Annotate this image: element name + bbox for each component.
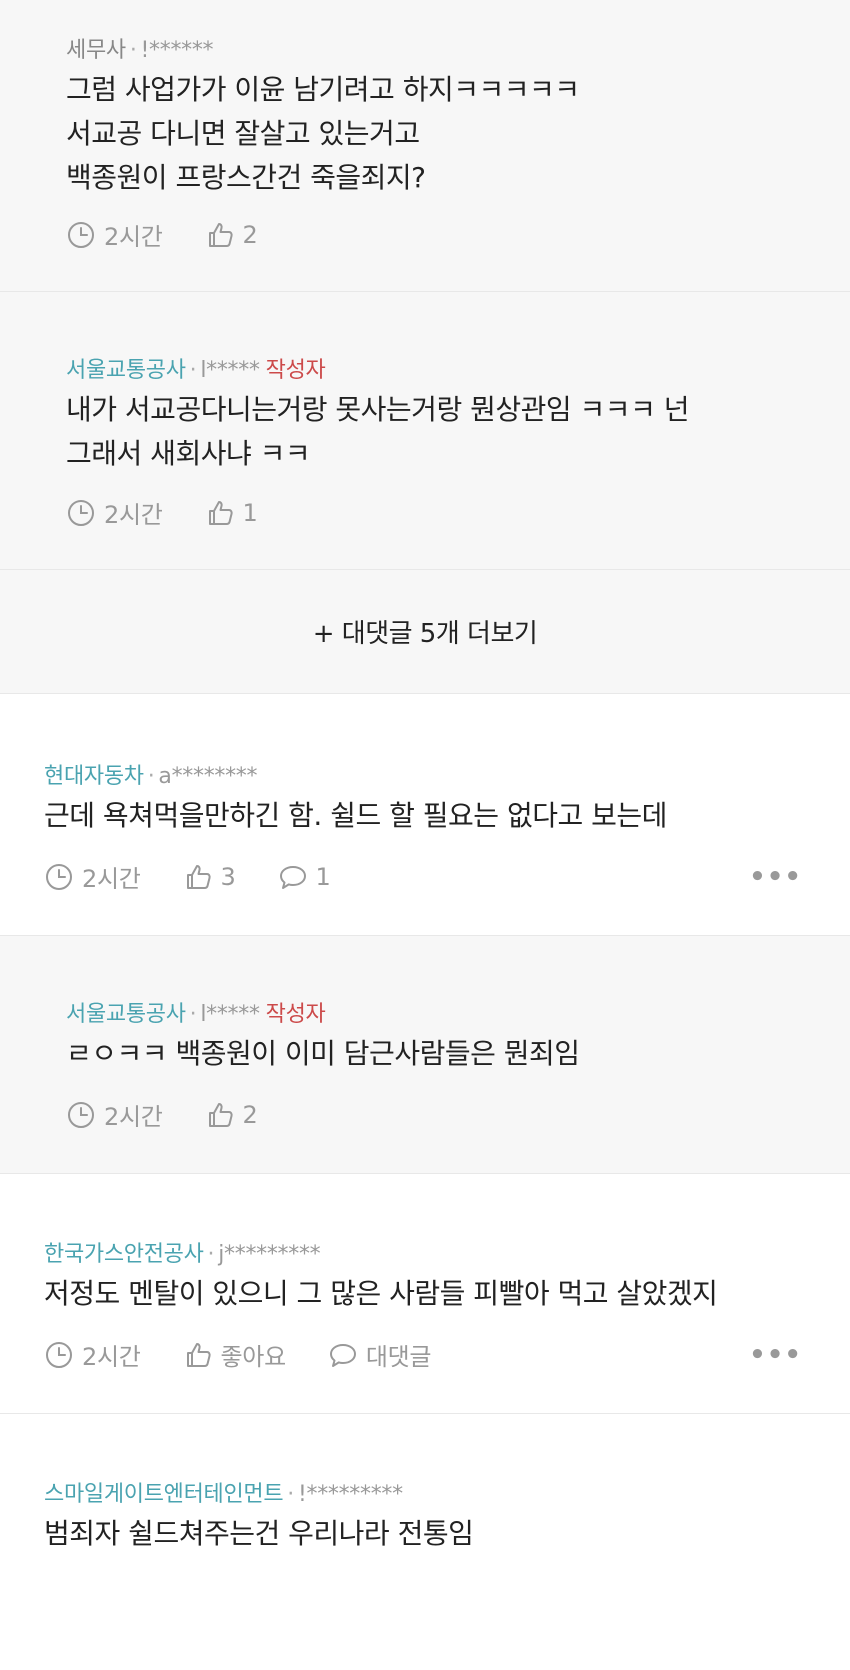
author-badge: 작성자 (265, 358, 326, 383)
comment-line: 그래서 새회사냐 ㅋㅋ (66, 437, 311, 470)
time-stamp: 2시간 (66, 1097, 163, 1132)
company-name[interactable]: 서울교통공사 (66, 358, 186, 383)
comment-text: ㄹㅇㅋㅋ 백종원이 이미 담근사람들은 뭔죄임 (66, 1032, 580, 1076)
author-badge: 작성자 (265, 1002, 326, 1027)
comment-line: 백종원이 프랑스간건 죽을죄지? (66, 161, 426, 194)
time-text: 2시간 (82, 1343, 141, 1371)
comment-text: 범죄자 쉴드쳐주는건 우리나라 전통임 (44, 1512, 474, 1556)
thumbs-up-icon (186, 864, 211, 889)
reply-button[interactable]: 대댓글 (328, 1337, 432, 1372)
comment-item: 현대자동차 · a******** 근데 욕쳐먹을만하긴 함. 쉴드 할 필요는 없… (0, 694, 850, 936)
thumbs-up-icon (208, 1102, 233, 1127)
comment-meta: 현대자동차 · a******** (44, 758, 258, 790)
user-id: l***** (200, 358, 260, 383)
comment-line: 그럼 사업가가 이윤 남기려고 하지ㅋㅋㅋㅋㅋ (66, 73, 580, 106)
reply-item: 서울교통공사 · l***** 작성자 ㄹㅇㅋㅋ 백종원이 이미 담근사람들은 뭔죄임… (0, 936, 850, 1174)
like-button[interactable]: 3 (183, 862, 236, 892)
time-stamp: 2시간 (66, 495, 163, 530)
comment-actions: 2시간 3 1 (44, 859, 373, 894)
comment-line: 저정도 멘탈이 있으니 그 많은 사람들 피빨아 먹고 살았겠지 (44, 1277, 718, 1310)
comment-meta: 세무사 · !****** (66, 32, 214, 64)
reply-item: 세무사 · !****** 그럼 사업가가 이윤 남기려고 하지ㅋㅋㅋㅋㅋ 서교공 … (0, 0, 850, 292)
meta-separator: · (287, 1482, 294, 1507)
more-replies-label: + 대댓글 5개 더보기 (312, 619, 538, 649)
time-text: 2시간 (104, 223, 163, 251)
speech-bubble-icon (329, 1343, 356, 1367)
company-name[interactable]: 한국가스안전공사 (44, 1242, 204, 1267)
user-id: j********* (218, 1242, 321, 1267)
comment-actions: 2시간 1 (66, 495, 300, 530)
clock-icon (46, 863, 72, 890)
comment-meta: 스마일게이트엔터테인먼트 · !********* (44, 1476, 403, 1508)
reply-button[interactable]: 1 (278, 862, 331, 892)
company-name[interactable]: 현대자동차 (44, 764, 144, 789)
more-replies-button[interactable]: + 대댓글 5개 더보기 (0, 570, 850, 694)
comment-actions: 2시간 좋아요 대댓글 (44, 1337, 473, 1372)
reply-label: 대댓글 (365, 1343, 432, 1371)
comment-line: 범죄자 쉴드쳐주는건 우리나라 전통임 (44, 1517, 474, 1550)
comment-text: 그럼 사업가가 이윤 남기려고 하지ㅋㅋㅋㅋㅋ 서교공 다니면 잘살고 있는거고… (66, 68, 580, 200)
like-button[interactable]: 1 (205, 498, 258, 528)
more-menu-button[interactable]: ••• (749, 862, 802, 892)
meta-separator: · (189, 1002, 197, 1027)
thumbs-up-icon (208, 222, 233, 247)
like-count: 2 (242, 220, 258, 249)
comment-text: 내가 서교공다니는거랑 못사는거랑 뭔상관임 ㅋㅋㅋ 넌 그래서 새회사냐 ㅋㅋ (66, 388, 689, 476)
reply-count: 1 (315, 862, 331, 891)
time-text: 2시간 (104, 501, 163, 529)
user-id: a******** (158, 764, 258, 789)
reply-item: 서울교통공사 · l***** 작성자 내가 서교공다니는거랑 못사는거랑 뭔상관임 … (0, 292, 850, 570)
user-id: !********* (297, 1482, 403, 1507)
speech-bubble-icon (279, 865, 306, 889)
company-name[interactable]: 서울교통공사 (66, 1002, 186, 1027)
meta-separator: · (129, 38, 137, 63)
comment-line: 내가 서교공다니는거랑 못사는거랑 뭔상관임 ㅋㅋㅋ 넌 (66, 393, 689, 426)
meta-separator: · (189, 358, 197, 383)
time-text: 2시간 (82, 865, 141, 893)
comment-meta: 서울교통공사 · l***** 작성자 (66, 352, 326, 384)
more-menu-button[interactable]: ••• (749, 1340, 802, 1370)
comment-line: ㄹㅇㅋㅋ 백종원이 이미 담근사람들은 뭔죄임 (66, 1037, 580, 1070)
like-button[interactable]: 좋아요 (183, 1337, 286, 1372)
clock-icon (68, 499, 94, 526)
comment-text: 근데 욕쳐먹을만하긴 함. 쉴드 할 필요는 없다고 보는데 (44, 794, 667, 838)
thumbs-up-icon (208, 500, 233, 525)
comment-meta: 서울교통공사 · l***** 작성자 (66, 996, 326, 1028)
time-stamp: 2시간 (44, 1337, 141, 1372)
user-id: l***** (200, 1002, 260, 1027)
comment-item: 한국가스안전공사 · j********* 저정도 멘탈이 있으니 그 많은 사람들… (0, 1174, 850, 1414)
clock-icon (46, 1341, 72, 1368)
like-count: 2 (242, 1100, 258, 1129)
user-id: !****** (140, 38, 214, 63)
comment-item: 스마일게이트엔터테인먼트 · !********* 범죄자 쉴드쳐주는건 우리나라 … (0, 1414, 850, 1670)
clock-icon (68, 221, 94, 248)
comment-actions: 2시간 2 (66, 1097, 300, 1132)
meta-separator: · (207, 1242, 215, 1267)
thumbs-up-icon (186, 1342, 211, 1367)
company-name[interactable]: 세무사 (66, 38, 126, 63)
like-button[interactable]: 2 (205, 220, 258, 250)
like-label: 좋아요 (220, 1343, 287, 1371)
comment-meta: 한국가스안전공사 · j********* (44, 1236, 321, 1268)
comment-actions: 2시간 2 (66, 217, 300, 252)
like-button[interactable]: 2 (205, 1100, 258, 1130)
time-text: 2시간 (104, 1103, 163, 1131)
like-count: 3 (220, 862, 236, 891)
meta-separator: · (147, 764, 155, 789)
company-name[interactable]: 스마일게이트엔터테인먼트 (44, 1482, 284, 1507)
comment-line: 서교공 다니면 잘살고 있는거고 (66, 117, 420, 150)
time-stamp: 2시간 (44, 859, 141, 894)
time-stamp: 2시간 (66, 217, 163, 252)
comment-text: 저정도 멘탈이 있으니 그 많은 사람들 피빨아 먹고 살았겠지 (44, 1272, 718, 1316)
clock-icon (68, 1101, 94, 1128)
like-count: 1 (242, 498, 258, 527)
comment-line: 근데 욕쳐먹을만하긴 함. 쉴드 할 필요는 없다고 보는데 (44, 799, 667, 832)
